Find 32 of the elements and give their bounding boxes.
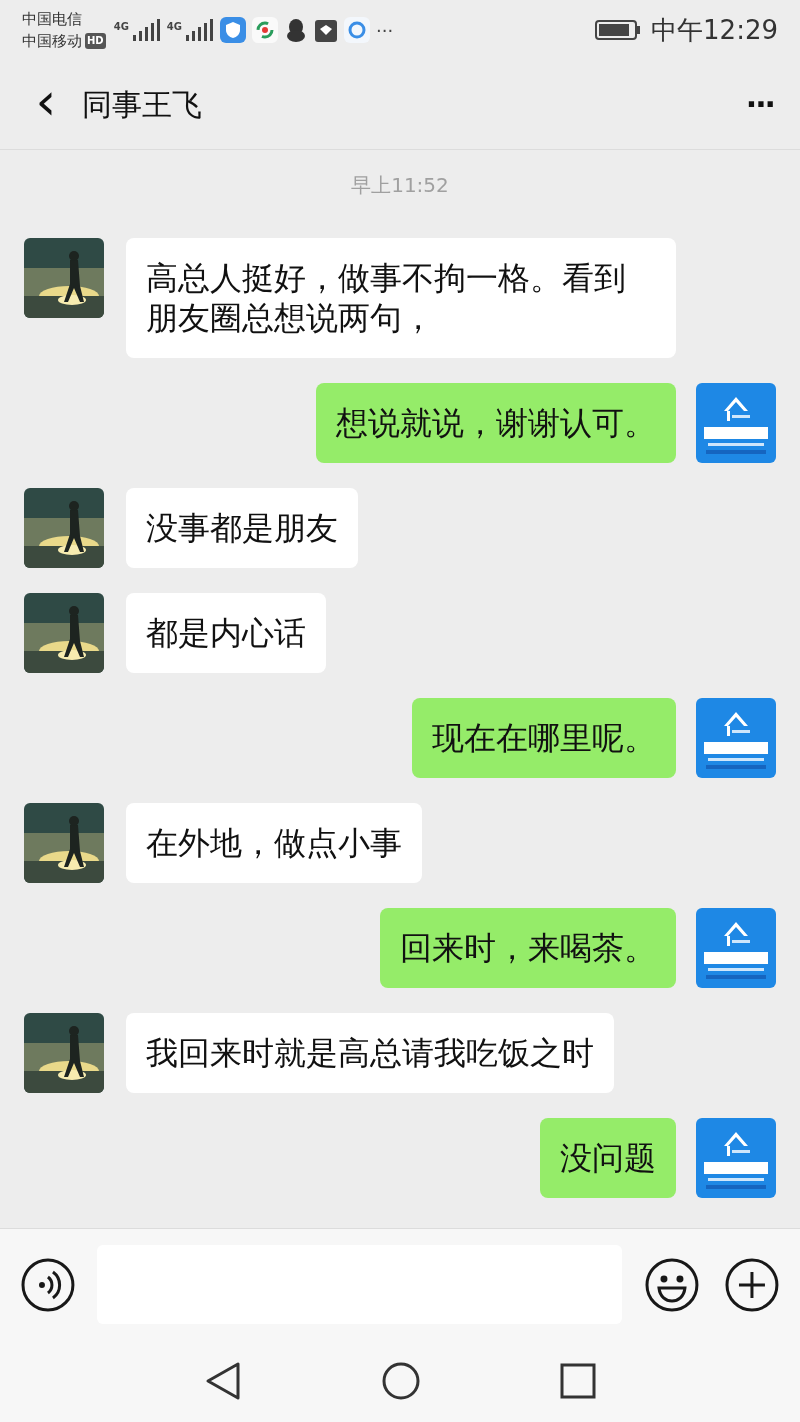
received-message-bubble: 我回来时就是高总请我吃饭之时	[126, 1013, 614, 1093]
received-message-bubble: 没事都是朋友	[126, 488, 358, 568]
sent-message-bubble: 回来时，来喝茶。	[380, 908, 676, 988]
message-timestamp: 早上11:52	[351, 172, 449, 199]
more-button[interactable]: ···	[745, 82, 774, 127]
carrier-name: 中国电信	[22, 9, 83, 30]
recents-nav-icon[interactable]	[560, 1363, 596, 1399]
voice-icon[interactable]	[20, 1256, 76, 1313]
network-label: 4G	[166, 21, 182, 33]
emoji-icon[interactable]	[644, 1256, 701, 1313]
browser-app-icon	[344, 17, 370, 43]
hd-badge: HD	[85, 33, 106, 49]
signal-icon	[184, 17, 214, 43]
received-message-bubble: 都是内心话	[126, 593, 326, 673]
battery-icon	[595, 19, 642, 41]
received-message-bubble: 在外地，做点小事	[126, 803, 422, 883]
received-message-bubble: 高总人挺好，做事不拘一格。看到朋友圈总想说两句，	[126, 238, 676, 358]
network-label: 4G	[113, 21, 129, 33]
back-button[interactable]: ‹	[26, 74, 66, 127]
carrier-name: 中国移动	[22, 31, 82, 52]
sent-message-bubble: 想说就说，谢谢认可。	[316, 383, 676, 463]
signal-icon	[130, 17, 161, 43]
chat-title: 同事王飞	[82, 86, 202, 124]
more-notifications: ···	[376, 18, 394, 43]
add-icon[interactable]	[724, 1256, 780, 1313]
home-nav-icon[interactable]	[382, 1362, 420, 1400]
back-nav-icon[interactable]	[204, 1361, 242, 1401]
sent-message-bubble: 现在在哪里呢。	[412, 698, 676, 778]
clock-time: 中午12:29	[651, 13, 778, 47]
shield-app-icon	[220, 17, 246, 43]
ring-app-icon	[252, 17, 278, 43]
sent-message-bubble: 没问题	[540, 1118, 676, 1198]
